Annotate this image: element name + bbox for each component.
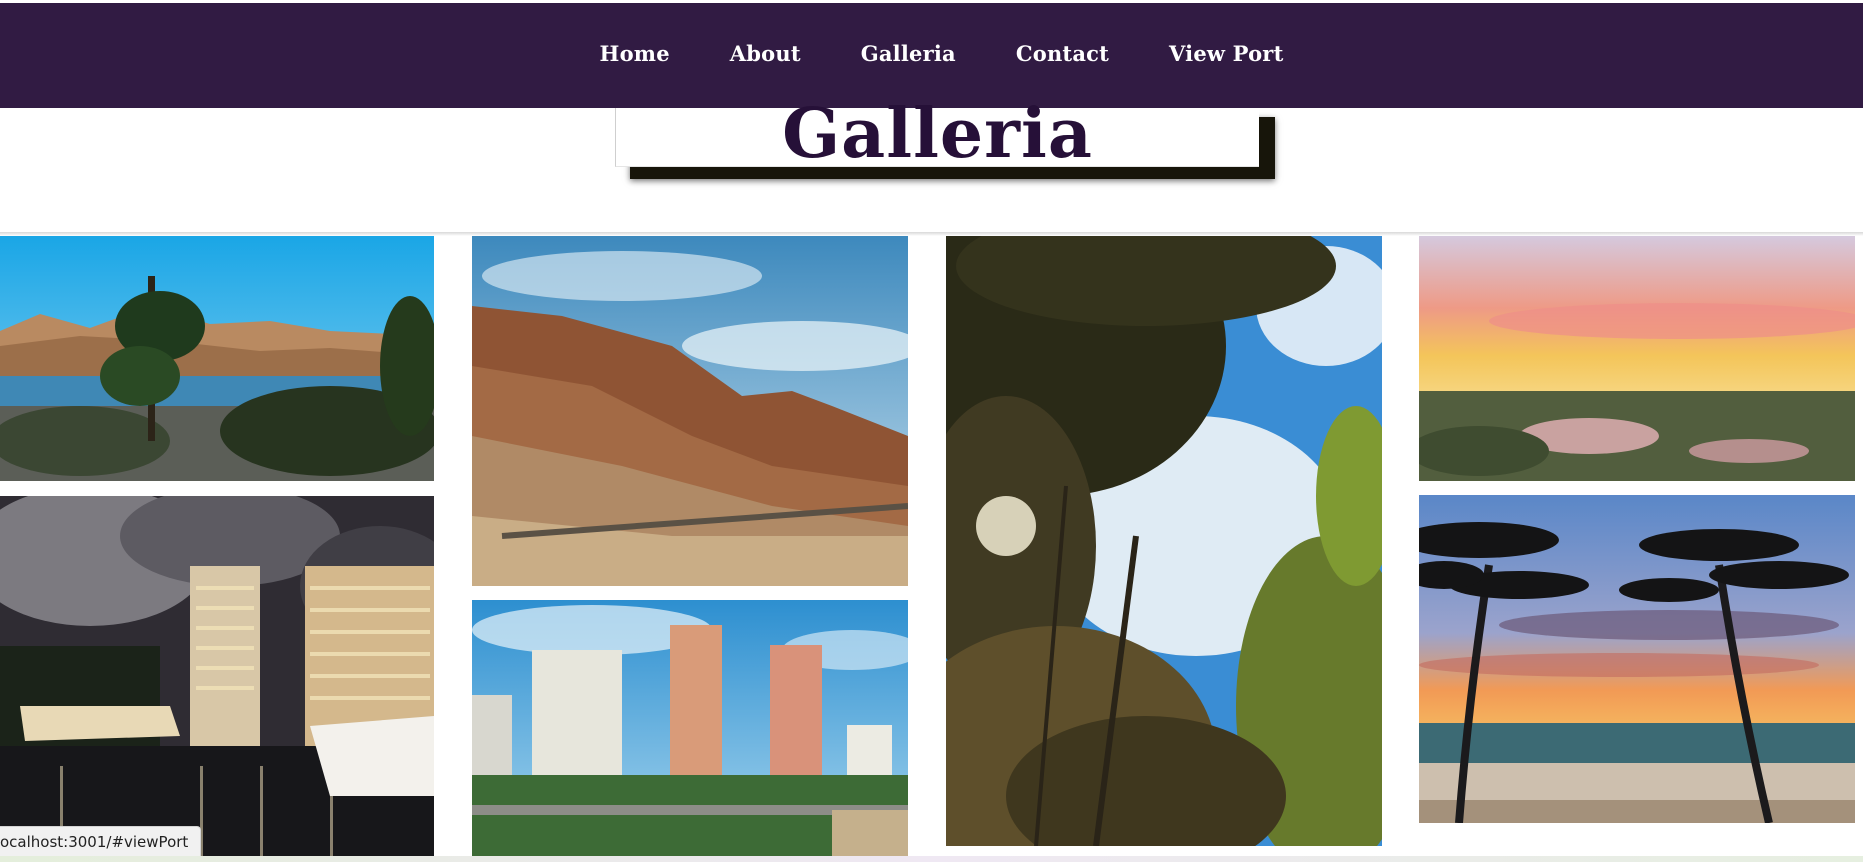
- bottom-strip: [0, 856, 1863, 862]
- trees-sky-upward-photo[interactable]: [946, 236, 1382, 846]
- sunset-aerial-photo[interactable]: [1419, 236, 1855, 481]
- page-header: Galleria: [0, 100, 1863, 234]
- lake-mountains-photo[interactable]: [0, 236, 434, 481]
- nav-contact[interactable]: Contact: [986, 41, 1139, 66]
- beach-towers-photo[interactable]: [472, 600, 908, 862]
- page-title: Galleria: [782, 94, 1093, 174]
- palm-trees-beach-sunset-photo[interactable]: [1419, 495, 1855, 823]
- nav-about[interactable]: About: [700, 41, 831, 66]
- nav-home[interactable]: Home: [570, 41, 700, 66]
- gallery-grid: [0, 236, 1863, 862]
- status-bar-url: ocalhost:3001/#viewPort: [0, 826, 202, 857]
- nav-list: Home About Galleria Contact View Port: [570, 41, 1314, 66]
- navbar: Home About Galleria Contact View Port: [0, 3, 1863, 108]
- page: Home About Galleria Contact View Port Ga…: [0, 0, 1863, 862]
- nav-galleria[interactable]: Galleria: [831, 41, 986, 66]
- nav-view-port[interactable]: View Port: [1139, 41, 1313, 66]
- red-rock-cliffs-photo[interactable]: [472, 236, 908, 586]
- city-marina-night-photo[interactable]: [0, 496, 434, 862]
- title-box: Galleria: [615, 100, 1259, 168]
